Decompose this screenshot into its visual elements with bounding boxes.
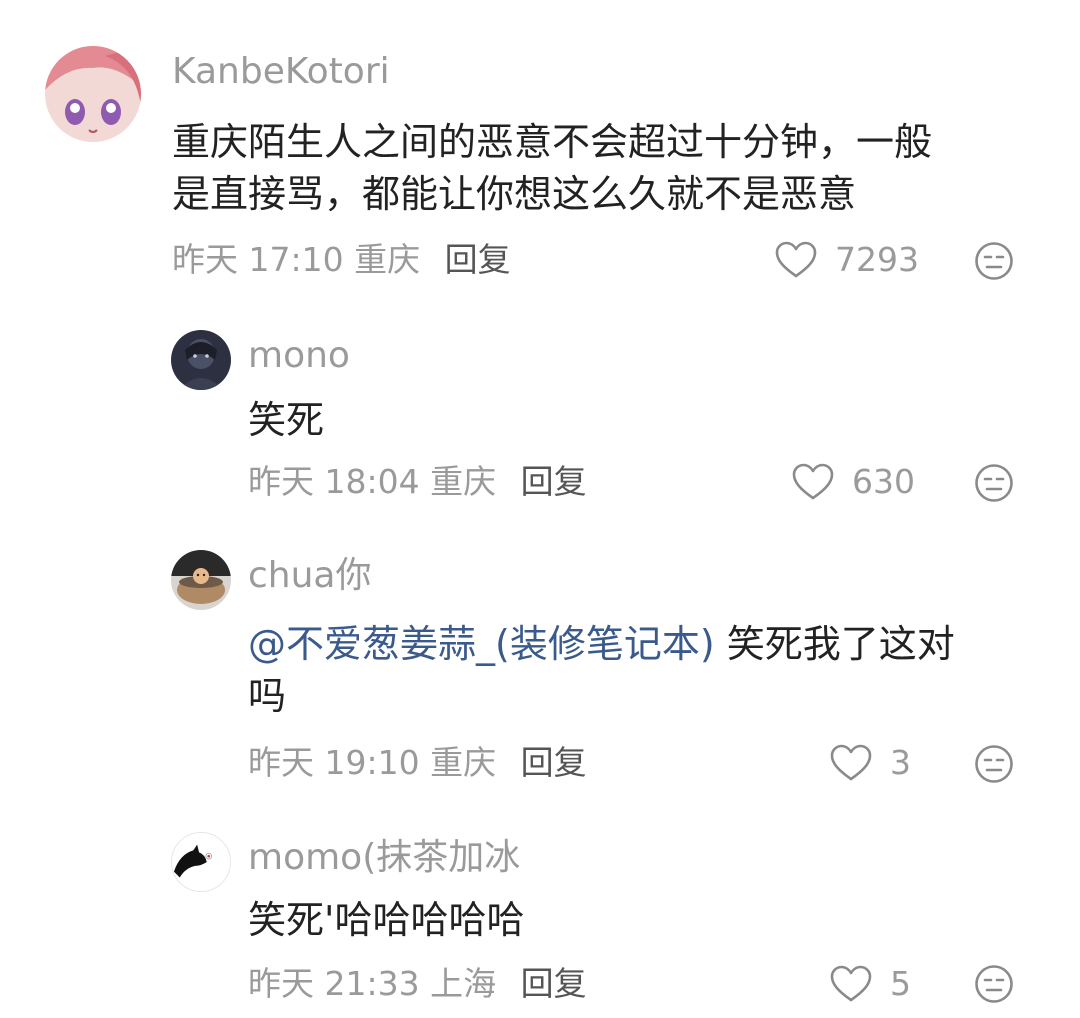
like-button[interactable]: 7293 [775, 238, 919, 282]
mention-link[interactable]: @不爱葱姜蒜_(装修笔记本) [248, 622, 715, 666]
comment-location: 重庆 [430, 462, 497, 501]
comment-time: 昨天 18:04 [248, 462, 420, 501]
meh-face-icon [975, 965, 1013, 1003]
comment-text-fragment: 笑死我了这对 [714, 622, 955, 666]
comment-text: 笑死'哈哈哈哈哈 [248, 894, 1028, 946]
comment-text-line: 是直接骂，都能让你想这么久就不是恶意 [172, 172, 857, 216]
like-count: 7293 [835, 240, 919, 279]
like-count: 5 [890, 964, 911, 1003]
comment-text: 笑死 [248, 394, 1028, 446]
avatar-image [171, 330, 231, 390]
reply-button[interactable]: 回复 [521, 462, 587, 501]
comment-time: 昨天 19:10 [248, 743, 420, 782]
avatar-kanbekotori[interactable] [45, 46, 141, 142]
dislike-button[interactable] [974, 463, 1014, 503]
comment-location: 重庆 [354, 240, 421, 279]
comment-meta: 昨天 21:33 上海 回复 [248, 964, 587, 1004]
avatar-image [45, 46, 141, 142]
avatar-image [172, 833, 230, 891]
comment-text-line: 重庆陌生人之间的恶意不会超过十分钟，一般 [172, 120, 933, 164]
comment-text: 重庆陌生人之间的恶意不会超过十分钟，一般 是直接骂，都能让你想这么久就不是恶意 [172, 116, 1052, 220]
comment-text-line: 笑死 [248, 398, 325, 442]
avatar-image [171, 550, 231, 610]
comment-username[interactable]: KanbeKotori [172, 52, 390, 92]
comment-meta: 昨天 19:10 重庆 回复 [248, 743, 587, 783]
heart-outline-icon [830, 965, 872, 1002]
dislike-button[interactable] [974, 744, 1014, 784]
meh-face-icon [975, 242, 1013, 280]
reply-button[interactable]: 回复 [521, 743, 587, 782]
comment-meta: 昨天 17:10 重庆 回复 [172, 240, 511, 280]
avatar-momo[interactable] [171, 832, 231, 892]
dislike-button[interactable] [974, 241, 1014, 281]
like-button[interactable]: 630 [792, 460, 915, 504]
reply-button[interactable]: 回复 [445, 240, 511, 279]
comment-text: @不爱葱姜蒜_(装修笔记本) 笑死我了这对 吗 [248, 618, 1048, 722]
comment-location: 上海 [430, 964, 497, 1003]
heart-outline-icon [830, 744, 872, 781]
reply-button[interactable]: 回复 [521, 964, 587, 1003]
comment-text-line: 笑死'哈哈哈哈哈 [248, 898, 525, 942]
avatar-mono[interactable] [171, 330, 231, 390]
heart-outline-icon [775, 241, 817, 278]
comment-username[interactable]: momo(抹茶加冰 [248, 838, 520, 878]
like-button[interactable]: 5 [830, 962, 911, 1006]
comment-text-line: 吗 [248, 674, 287, 718]
heart-outline-icon [792, 463, 834, 500]
like-button[interactable]: 3 [830, 741, 911, 785]
dislike-button[interactable] [974, 964, 1014, 1004]
avatar-chua[interactable] [171, 550, 231, 610]
meh-face-icon [975, 464, 1013, 502]
comment-text-line: @不爱葱姜蒜_(装修笔记本) 笑死我了这对 [248, 618, 1048, 670]
like-count: 3 [890, 743, 911, 782]
like-count: 630 [852, 462, 915, 501]
comment-username[interactable]: chua你 [248, 556, 372, 596]
comment-username[interactable]: mono [248, 336, 350, 376]
meh-face-icon [975, 745, 1013, 783]
comment-time: 昨天 21:33 [248, 964, 420, 1003]
comment-meta: 昨天 18:04 重庆 回复 [248, 462, 587, 502]
comment-location: 重庆 [430, 743, 497, 782]
comment-time: 昨天 17:10 [172, 240, 344, 279]
